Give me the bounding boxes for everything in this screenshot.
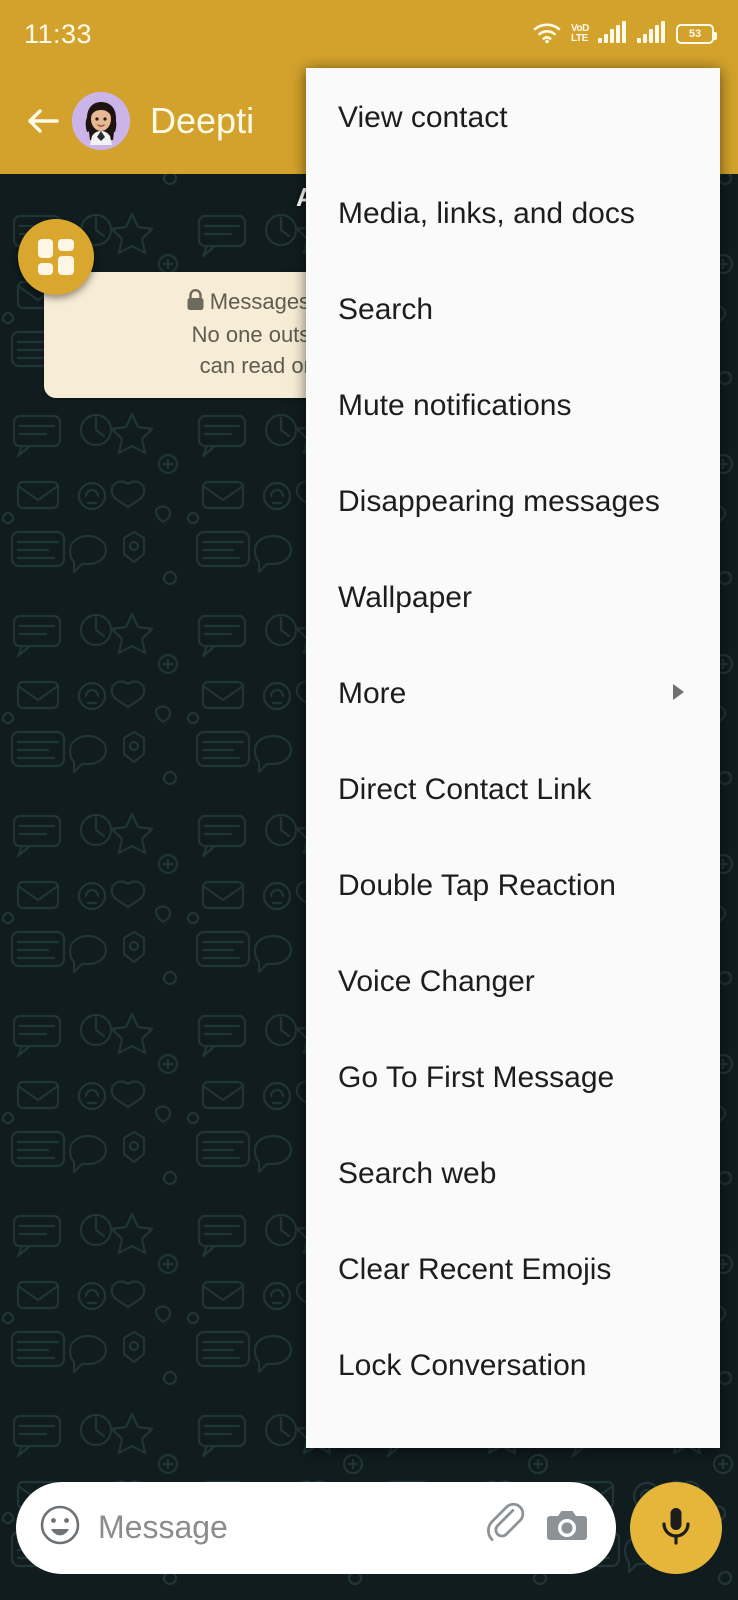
- menu-item-label: Lock Conversation: [338, 1349, 587, 1382]
- signal-bars-icon: [637, 20, 667, 49]
- submenu-arrow-icon: [668, 680, 688, 709]
- menu-item-label: Double Tap Reaction: [338, 869, 616, 902]
- menu-item-label: Voice Changer: [338, 965, 535, 998]
- menu-item-label: Mute notifications: [338, 389, 572, 422]
- menu-item-label: Direct Contact Link: [338, 773, 592, 806]
- camera-icon[interactable]: [544, 1502, 590, 1553]
- message-input-pill[interactable]: Message: [16, 1481, 616, 1574]
- menu-item-label: More: [338, 677, 407, 710]
- menu-item-more[interactable]: More: [306, 646, 720, 742]
- message-input-bar: Message: [0, 1455, 738, 1600]
- microphone-icon: [653, 1502, 699, 1553]
- menu-item-view-contact[interactable]: View contact: [306, 70, 720, 166]
- menu-item-label: Wallpaper: [338, 581, 472, 614]
- wifi-icon: [532, 20, 562, 49]
- menu-item-label: Search: [338, 293, 434, 326]
- menu-item-voice-changer[interactable]: Voice Changer: [306, 934, 720, 1030]
- menu-item-mute-notifications[interactable]: Mute notifications: [306, 358, 720, 454]
- avatar[interactable]: [72, 92, 130, 150]
- signal-bars-icon: [598, 20, 628, 49]
- paperclip-icon[interactable]: [482, 1502, 528, 1553]
- menu-item-search[interactable]: Search: [306, 262, 720, 358]
- lock-icon: [186, 288, 205, 319]
- menu-item-direct-contact-link[interactable]: Direct Contact Link: [306, 742, 720, 838]
- menu-item-wallpaper[interactable]: Wallpaper: [306, 550, 720, 646]
- menu-item-label: Search web: [338, 1157, 497, 1190]
- voice-record-button[interactable]: [630, 1481, 722, 1574]
- status-bar: 11:33 VoD LTE 53: [0, 0, 738, 68]
- menu-item-lock-conversation[interactable]: Lock Conversation: [306, 1318, 720, 1414]
- battery-level-text: 53: [688, 28, 702, 40]
- battery-icon: 53: [676, 24, 717, 44]
- volte-icon: VoD LTE: [571, 24, 589, 44]
- menu-item-label: Disappearing messages: [338, 485, 660, 518]
- message-input-placeholder[interactable]: Message: [98, 1509, 466, 1546]
- overflow-menu: View contact Media, links, and docs Sear…: [306, 68, 720, 1448]
- widget-grid-icon[interactable]: [18, 219, 94, 295]
- menu-item-label: Go To First Message: [338, 1061, 615, 1094]
- status-clock: 11:33: [24, 18, 93, 49]
- menu-item-go-to-first-message[interactable]: Go To First Message: [306, 1030, 720, 1126]
- back-arrow-icon[interactable]: [20, 98, 66, 144]
- volte-bottom-text: LTE: [570, 33, 588, 44]
- menu-item-disappearing-messages[interactable]: Disappearing messages: [306, 454, 720, 550]
- phone-screen: 11:33 VoD LTE 53 Deepti Messages and ca …: [0, 0, 738, 1600]
- menu-item-double-tap-reaction[interactable]: Double Tap Reaction: [306, 838, 720, 934]
- emoji-smiley-icon[interactable]: [38, 1503, 82, 1552]
- menu-item-search-web[interactable]: Search web: [306, 1126, 720, 1222]
- menu-item-label: View contact: [338, 101, 508, 134]
- menu-item-clear-recent-emojis[interactable]: Clear Recent Emojis: [306, 1222, 720, 1318]
- status-icons: VoD LTE 53: [532, 20, 717, 49]
- menu-item-label: Clear Recent Emojis: [338, 1253, 612, 1286]
- menu-item-label: Media, links, and docs: [338, 197, 635, 230]
- page-title: Deepti: [150, 100, 255, 141]
- menu-item-media-links-docs[interactable]: Media, links, and docs: [306, 166, 720, 262]
